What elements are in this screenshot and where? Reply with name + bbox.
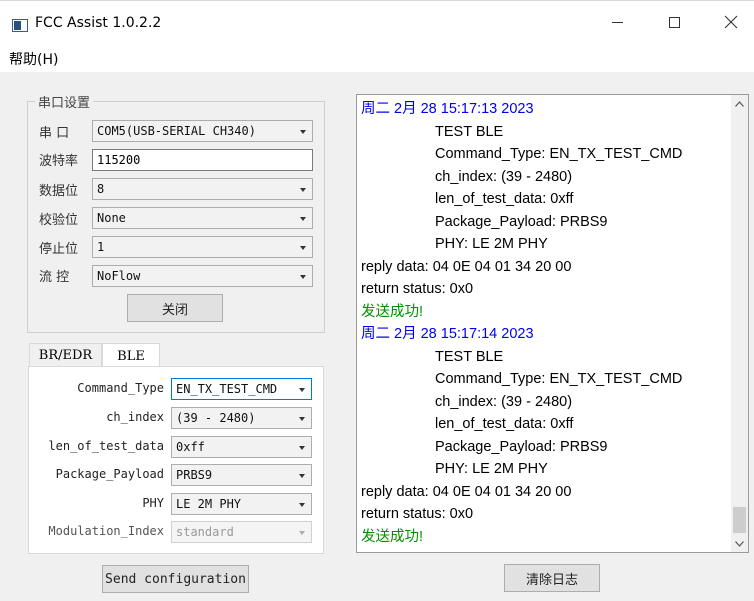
log-line: reply data: 04 0E 04 01 34 20 00 (361, 258, 572, 275)
log-line: 发送成功! (361, 528, 424, 545)
ch-index-select[interactable]: (39 - 2480) (171, 407, 312, 429)
tab-ble[interactable]: BLE (102, 343, 160, 368)
len-of-test-data-select[interactable]: 0xff (171, 436, 312, 458)
stopbits-label: 停止位 (39, 242, 79, 257)
package-payload-value: PRBS9 (176, 468, 213, 482)
log-line: len_of_test_data: 0xff (435, 191, 574, 207)
serial-settings-title: 串口设置 (35, 92, 94, 111)
log-line: PHY: LE 2M PHY (435, 461, 548, 477)
package-payload-label: Package_Payload (55, 467, 164, 481)
databits-select[interactable]: 8 (92, 178, 313, 200)
log-line: Package_Payload: PRBS9 (435, 438, 608, 455)
port-label: 串 口 (39, 126, 70, 141)
log-line: 周二 2月 28 15:17:14 2023 (361, 326, 534, 342)
flowcontrol-select[interactable]: NoFlow (92, 265, 313, 287)
stopbits-select[interactable]: 1 (92, 236, 313, 258)
minimize-button[interactable] (594, 1, 640, 43)
parity-value: None (97, 211, 126, 225)
log-line: ch_index: (39 - 2480) (435, 393, 573, 410)
maximize-button[interactable] (651, 1, 697, 43)
log-line: len_of_test_data: 0xff (435, 416, 574, 432)
app-icon (12, 19, 28, 32)
log-line: reply data: 04 0E 04 01 34 20 00 (361, 483, 572, 500)
log-line: 周二 2月 28 15:17:13 2023 (361, 101, 534, 117)
chevron-down-icon (300, 275, 306, 279)
window-title: FCC Assist 1.0.2.2 (35, 15, 162, 31)
log-line: ch_index: (39 - 2480) (435, 168, 573, 185)
chevron-down-icon (299, 388, 305, 392)
ch-index-label: ch_index (106, 410, 164, 424)
log-line: TEST BLE (435, 348, 504, 365)
baud-value: 115200 (97, 153, 141, 167)
chevron-down-icon (300, 130, 306, 134)
port-select[interactable]: COM5(USB-SERIAL CH340) (92, 120, 313, 142)
title-bar: FCC Assist 1.0.2.2 (0, 1, 754, 43)
log-line: return status: 0x0 (361, 281, 474, 297)
log-line: TEST BLE (435, 123, 504, 140)
command-type-label: Command_Type (77, 381, 164, 395)
command-type-select[interactable]: EN_TX_TEST_CMD (171, 378, 312, 400)
log-output[interactable]: 周二 2月 28 15:17:13 2023 TEST BLE Command_Ty… (356, 94, 749, 553)
log-line: Command_Type: EN_TX_TEST_CMD (435, 371, 683, 387)
databits-value: 8 (97, 182, 105, 196)
baud-label: 波特率 (39, 154, 79, 169)
ch-index-value: (39 - 2480) (176, 411, 256, 425)
chevron-down-icon (300, 217, 306, 221)
log-line: Command_Type: EN_TX_TEST_CMD (435, 146, 683, 162)
stopbits-value: 1 (97, 240, 105, 254)
chevron-down-icon (299, 417, 305, 421)
chevron-down-icon (300, 246, 306, 250)
chevron-down-icon (299, 474, 305, 478)
log-line: Package_Payload: PRBS9 (435, 213, 608, 230)
tab-br-edr[interactable]: BR/EDR (29, 343, 102, 367)
package-payload-select[interactable]: PRBS9 (171, 464, 312, 486)
log-lines: 周二 2月 28 15:17:13 2023 TEST BLE Command_Ty… (361, 98, 721, 548)
phy-label: PHY (142, 496, 164, 510)
close-icon (724, 15, 738, 29)
databits-label: 数据位 (39, 184, 79, 199)
menu-help[interactable]: 帮助(H) (9, 49, 58, 69)
scroll-down-icon[interactable] (731, 535, 748, 552)
chevron-down-icon (299, 446, 305, 450)
modulation-index-value: standard (176, 525, 234, 539)
scroll-thumb[interactable] (733, 507, 746, 533)
log-line: 发送成功! (361, 303, 424, 320)
command-type-value: EN_TX_TEST_CMD (176, 382, 278, 396)
phy-value: LE 2M PHY (176, 497, 242, 511)
baud-input[interactable]: 115200 (92, 149, 313, 171)
len-of-test-data-label: len_of_test_data (48, 439, 164, 453)
chevron-down-icon (300, 188, 306, 192)
parity-select[interactable]: None (92, 207, 313, 229)
flowcontrol-label: 流 控 (39, 270, 70, 285)
flowcontrol-value: NoFlow (97, 269, 141, 283)
scroll-up-icon[interactable] (731, 95, 748, 112)
modulation-index-label: Modulation_Index (48, 524, 164, 538)
menu-bar: 帮助(H) (0, 43, 754, 73)
clear-log-button[interactable]: 清除日志 (504, 564, 600, 592)
chevron-down-icon (299, 531, 305, 535)
log-scrollbar[interactable] (731, 95, 748, 552)
modulation-index-select: standard (171, 521, 312, 543)
len-of-test-data-value: 0xff (176, 440, 205, 454)
close-window-button[interactable] (708, 1, 754, 43)
send-configuration-button[interactable]: Send configuration (102, 565, 249, 593)
log-line: return status: 0x0 (361, 506, 474, 522)
phy-select[interactable]: LE 2M PHY (171, 493, 312, 515)
close-port-button[interactable]: 关闭 (127, 294, 223, 322)
port-value: COM5(USB-SERIAL CH340) (97, 124, 256, 138)
maximize-icon (668, 16, 680, 28)
minimize-icon (611, 21, 623, 23)
parity-label: 校验位 (39, 213, 79, 228)
log-line: PHY: LE 2M PHY (435, 236, 548, 252)
chevron-down-icon (299, 503, 305, 507)
